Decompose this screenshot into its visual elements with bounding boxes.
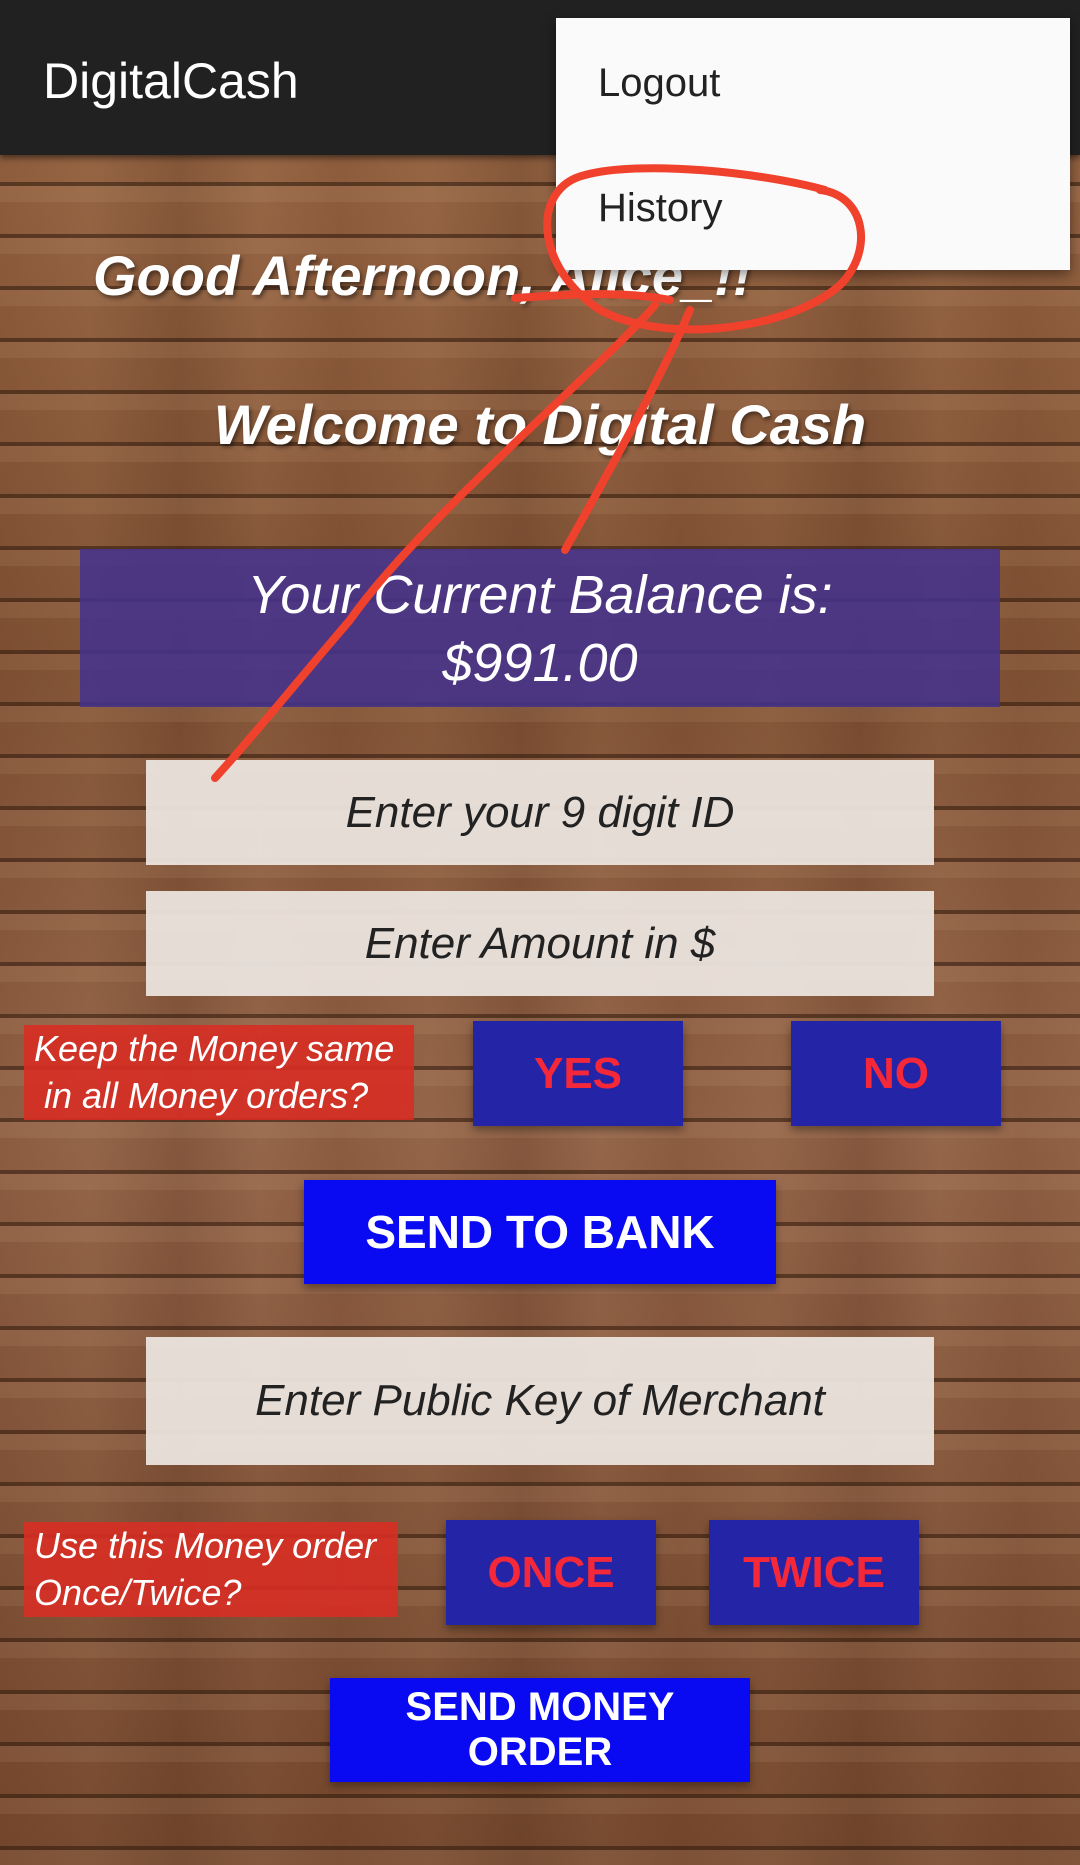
id-input[interactable] <box>146 760 934 865</box>
same-money-prompt-line1: Keep the Money same <box>34 1028 395 1069</box>
overflow-menu: Logout History <box>556 18 1070 270</box>
same-money-prompt: Keep the Money same in all Money orders? <box>24 1025 414 1120</box>
yes-button[interactable]: YES <box>473 1021 683 1126</box>
send-to-bank-button[interactable]: SEND TO BANK <box>304 1180 776 1284</box>
welcome-text: Welcome to Digital Cash <box>213 393 867 456</box>
balance-amount: $991.00 <box>442 633 638 693</box>
amount-input[interactable] <box>146 891 934 996</box>
use-order-prompt-line2: Once/Twice? <box>34 1572 242 1613</box>
use-order-prompt-line1: Use this Money order <box>34 1525 377 1566</box>
no-button[interactable]: NO <box>791 1021 1001 1126</box>
menu-item-logout[interactable]: Logout <box>556 23 1070 143</box>
send-money-order-button[interactable]: SEND MONEY ORDER <box>330 1678 750 1782</box>
balance-panel: Your Current Balance is: $991.00 <box>80 549 1000 707</box>
once-button[interactable]: ONCE <box>446 1520 656 1625</box>
merchant-key-input[interactable] <box>146 1337 934 1465</box>
use-order-prompt: Use this Money order Once/Twice? <box>24 1522 398 1617</box>
twice-button[interactable]: TWICE <box>709 1520 919 1625</box>
balance-label: Your Current Balance is: <box>247 565 833 625</box>
app-title: DigitalCash <box>43 53 299 109</box>
menu-item-history[interactable]: History <box>556 148 1070 268</box>
same-money-prompt-line2: in all Money orders? <box>44 1075 369 1116</box>
